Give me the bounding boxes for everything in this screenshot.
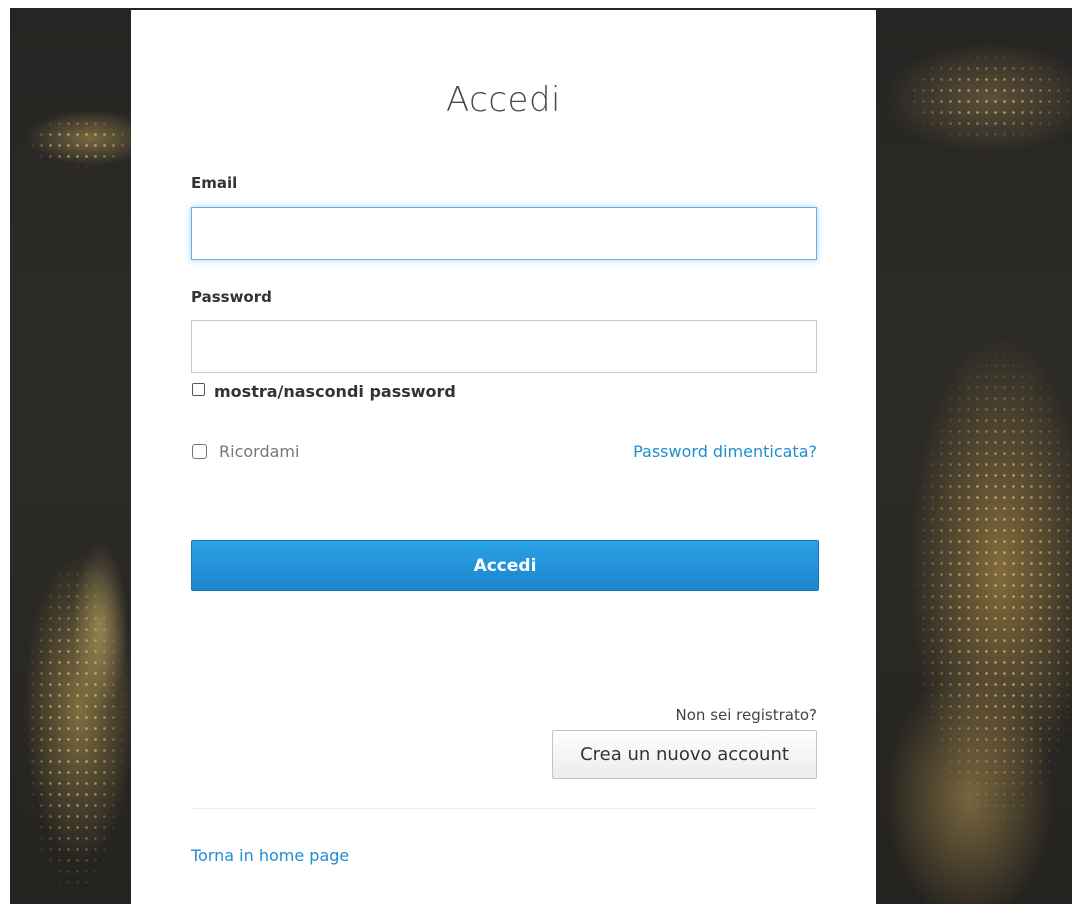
not-registered-text: Non sei registrato? xyxy=(675,706,817,724)
show-password-label[interactable]: mostra/nascondi password xyxy=(214,382,456,401)
remember-me-checkbox[interactable] xyxy=(192,444,207,459)
page: Accedi Email Password mostra/nascondi pa… xyxy=(0,0,1072,904)
remember-me-label[interactable]: Ricordami xyxy=(219,442,299,461)
create-account-button[interactable]: Crea un nuovo account xyxy=(552,730,817,779)
login-card: Accedi Email Password mostra/nascondi pa… xyxy=(131,10,876,904)
password-label: Password xyxy=(191,288,272,306)
divider xyxy=(191,808,817,809)
login-button[interactable]: Accedi xyxy=(191,540,819,591)
password-field[interactable] xyxy=(191,320,817,373)
forgot-password-link[interactable]: Password dimenticata? xyxy=(633,442,817,461)
email-field[interactable] xyxy=(191,207,817,260)
page-title: Accedi xyxy=(446,80,561,120)
back-to-home-link[interactable]: Torna in home page xyxy=(191,846,349,865)
email-label: Email xyxy=(191,174,238,192)
show-password-checkbox[interactable] xyxy=(192,383,205,396)
